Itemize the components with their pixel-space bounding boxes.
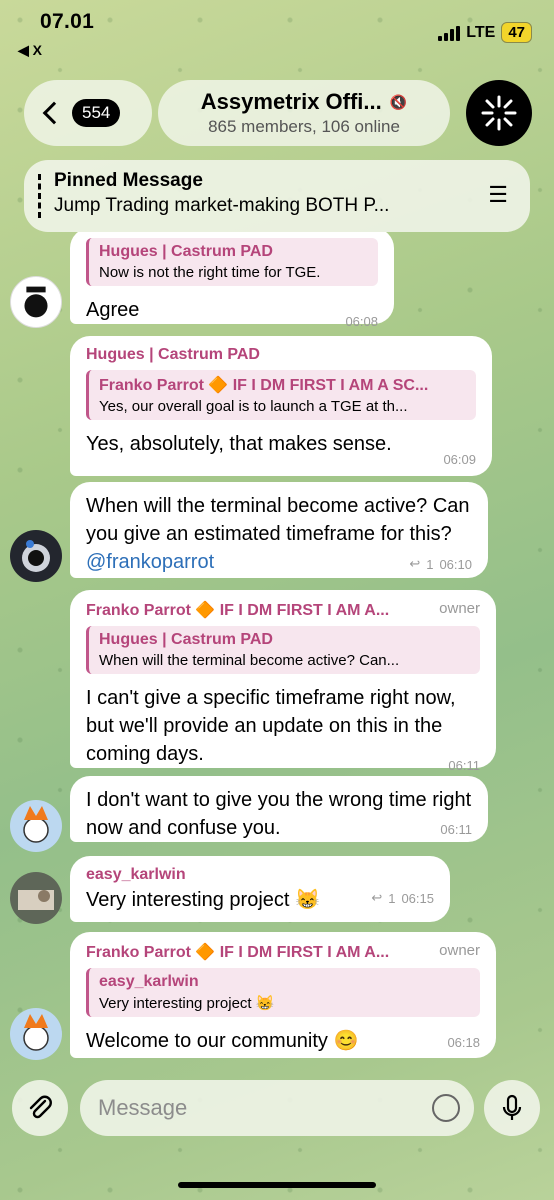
message-text-body: When will the terminal become active? Ca… <box>86 495 470 545</box>
message-time: 06:08 <box>345 314 378 329</box>
fire-head-avatar-icon <box>23 806 49 843</box>
quote-sender: Hugues | Castrum PAD <box>99 243 273 260</box>
role-badge: owner <box>439 942 480 959</box>
message-bubble[interactable]: Hugues | Castrum PAD Franko Parrot 🔶 IF … <box>70 336 492 476</box>
message-input-placeholder: Message <box>98 1095 188 1120</box>
reply-quote[interactable]: easy_karlwin Very interesting project 😸 <box>86 968 480 1017</box>
avatar[interactable] <box>10 1008 62 1060</box>
sender-name[interactable]: Franko Parrot 🔶 IF I DM FIRST I AM A... … <box>86 600 480 620</box>
reply-quote[interactable]: Hugues | Castrum PAD Now is not the righ… <box>86 238 378 286</box>
message-time: 06:11 <box>448 758 480 773</box>
reply-arrow-icon[interactable]: ↩ <box>409 556 420 572</box>
message-time: 06:10 <box>439 556 472 572</box>
avatar[interactable] <box>10 872 62 924</box>
message-bubble[interactable]: Franko Parrot 🔶 IF I DM FIRST I AM A... … <box>70 932 496 1058</box>
microphone-icon <box>502 1094 522 1120</box>
message-input[interactable]: Message <box>80 1080 474 1136</box>
reply-count: 1 <box>426 556 434 572</box>
back-button[interactable]: 554 <box>24 80 152 146</box>
message-time: 06:11 <box>440 822 472 837</box>
attach-button[interactable] <box>12 1080 68 1136</box>
quote-text: When will the terminal become active? Ca… <box>99 652 400 669</box>
sender-name-text: Franko Parrot 🔶 IF I DM FIRST I AM A... <box>86 602 390 619</box>
network-label: LTE <box>466 23 496 41</box>
starburst-logo-icon <box>481 95 517 131</box>
message-bubble[interactable]: When will the terminal become active? Ca… <box>70 482 488 578</box>
astronaut-avatar-icon <box>22 540 50 572</box>
chat-header[interactable]: Assymetrix Offi... 🔇 865 members, 106 on… <box>158 80 450 146</box>
group-avatar[interactable] <box>466 80 532 146</box>
photo-avatar-icon <box>18 890 54 910</box>
status-time: 07.01 <box>40 10 95 33</box>
message-bubble[interactable]: I don't want to give you the wrong time … <box>70 776 488 842</box>
role-badge: owner <box>439 600 480 617</box>
unread-count-badge: 554 <box>72 99 121 127</box>
message-time: 06:15 <box>401 890 434 906</box>
message-time: 06:18 <box>447 1035 480 1050</box>
home-indicator[interactable] <box>178 1182 376 1188</box>
muted-icon: 🔇 <box>389 93 408 110</box>
reply-count: 1 <box>388 890 396 906</box>
quote-text: Now is not the right time for TGE. <box>99 264 321 281</box>
avatar[interactable] <box>10 800 62 852</box>
message-time: 06:09 <box>443 452 476 467</box>
paperclip-icon <box>29 1095 52 1119</box>
message-bubble[interactable]: easy_karlwin Very interesting project 😸 … <box>70 856 450 922</box>
status-indicators: LTE 47 <box>438 22 532 43</box>
quote-text: Very interesting project 😸 <box>99 995 275 1012</box>
mention-link[interactable]: @frankoparrot <box>86 551 214 573</box>
message-text: I can't give a specific timeframe right … <box>86 687 456 765</box>
sender-name[interactable]: easy_karlwin <box>86 866 434 884</box>
ninja-avatar-icon <box>24 286 48 318</box>
sender-name[interactable]: Franko Parrot 🔶 IF I DM FIRST I AM A... … <box>86 942 480 962</box>
voice-record-button[interactable] <box>484 1080 540 1136</box>
quote-sender: easy_karlwin <box>99 973 199 990</box>
battery-icon: 47 <box>501 22 532 43</box>
message-bubble[interactable]: Hugues | Castrum PAD Now is not the righ… <box>70 232 394 329</box>
fire-head-avatar-icon <box>23 1014 49 1051</box>
chevron-left-icon <box>42 101 66 125</box>
reply-quote[interactable]: Hugues | Castrum PAD When will the termi… <box>86 626 480 674</box>
sticker-icon[interactable] <box>432 1094 460 1122</box>
sender-name[interactable]: Hugues | Castrum PAD <box>86 346 476 364</box>
pinned-message-bar[interactable]: Pinned Message Jump Trading market-makin… <box>24 160 530 232</box>
quote-sender: Hugues | Castrum PAD <box>99 631 273 648</box>
reply-quote[interactable]: Franko Parrot 🔶 IF I DM FIRST I AM A SC.… <box>86 370 476 420</box>
pinned-label: Pinned Message <box>54 170 203 191</box>
avatar[interactable] <box>10 530 62 582</box>
chat-title: Assymetrix Offi... <box>200 89 382 114</box>
avatar[interactable] <box>10 276 62 328</box>
sender-name-text: Hugues | Castrum PAD <box>86 346 260 363</box>
sender-name-text: Franko Parrot 🔶 IF I DM FIRST I AM A... <box>86 944 390 961</box>
quote-sender: Franko Parrot 🔶 IF I DM FIRST I AM A SC.… <box>99 377 429 394</box>
signal-icon <box>438 25 461 41</box>
message-bubble[interactable]: Franko Parrot 🔶 IF I DM FIRST I AM A... … <box>70 590 496 773</box>
sender-name-text: easy_karlwin <box>86 866 186 883</box>
back-to-app-link[interactable]: ◀ X <box>18 42 42 59</box>
message-list[interactable]: Hugues | Castrum PAD Now is not the righ… <box>0 232 554 1062</box>
chat-subtitle: 865 members, 106 online <box>208 117 400 136</box>
quote-text: Yes, our overall goal is to launch a TGE… <box>99 398 408 415</box>
pinned-list-icon[interactable]: ☰ <box>488 182 508 208</box>
pinned-text: Jump Trading market-making BOTH P... <box>54 195 390 216</box>
reply-arrow-icon[interactable]: ↩ <box>371 890 382 906</box>
